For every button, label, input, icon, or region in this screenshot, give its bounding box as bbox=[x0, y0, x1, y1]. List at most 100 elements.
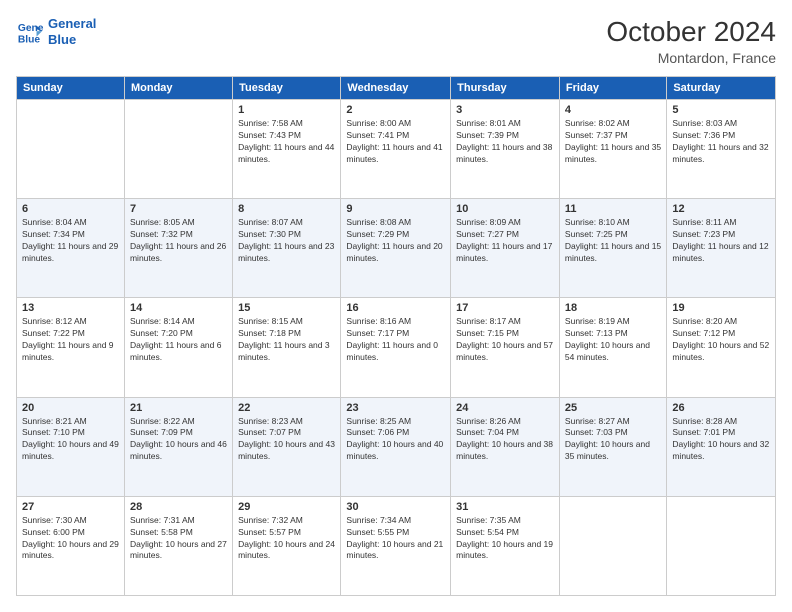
calendar-cell-2-2: 15 Sunrise: 8:15 AMSunset: 7:18 PMDaylig… bbox=[233, 298, 341, 397]
calendar-cell-2-3: 16 Sunrise: 8:16 AMSunset: 7:17 PMDaylig… bbox=[341, 298, 451, 397]
calendar-cell-4-0: 27 Sunrise: 7:30 AMSunset: 6:00 PMDaylig… bbox=[17, 496, 125, 595]
day-number: 2 bbox=[346, 104, 445, 116]
day-number: 25 bbox=[565, 402, 661, 414]
calendar-cell-3-0: 20 Sunrise: 8:21 AMSunset: 7:10 PMDaylig… bbox=[17, 397, 125, 496]
day-number: 4 bbox=[565, 104, 661, 116]
month-title: October 2024 bbox=[606, 16, 776, 48]
day-number: 15 bbox=[238, 302, 335, 314]
day-info: Sunrise: 8:28 AMSunset: 7:01 PMDaylight:… bbox=[672, 416, 770, 464]
week-row-3: 20 Sunrise: 8:21 AMSunset: 7:10 PMDaylig… bbox=[17, 397, 776, 496]
calendar-cell-1-5: 11 Sunrise: 8:10 AMSunset: 7:25 PMDaylig… bbox=[559, 199, 666, 298]
header-friday: Friday bbox=[559, 77, 666, 100]
day-info: Sunrise: 8:23 AMSunset: 7:07 PMDaylight:… bbox=[238, 416, 335, 464]
day-info: Sunrise: 7:34 AMSunset: 5:55 PMDaylight:… bbox=[346, 515, 445, 563]
day-number: 14 bbox=[130, 302, 227, 314]
week-row-1: 6 Sunrise: 8:04 AMSunset: 7:34 PMDayligh… bbox=[17, 199, 776, 298]
logo-icon: General Blue bbox=[16, 18, 44, 46]
calendar-cell-0-1 bbox=[124, 100, 232, 199]
day-number: 17 bbox=[456, 302, 554, 314]
day-number: 27 bbox=[22, 501, 119, 513]
weekday-header-row: Sunday Monday Tuesday Wednesday Thursday… bbox=[17, 77, 776, 100]
day-info: Sunrise: 7:58 AMSunset: 7:43 PMDaylight:… bbox=[238, 118, 335, 166]
day-info: Sunrise: 8:15 AMSunset: 7:18 PMDaylight:… bbox=[238, 316, 335, 364]
week-row-2: 13 Sunrise: 8:12 AMSunset: 7:22 PMDaylig… bbox=[17, 298, 776, 397]
day-info: Sunrise: 8:17 AMSunset: 7:15 PMDaylight:… bbox=[456, 316, 554, 364]
day-number: 22 bbox=[238, 402, 335, 414]
day-info: Sunrise: 8:02 AMSunset: 7:37 PMDaylight:… bbox=[565, 118, 661, 166]
day-info: Sunrise: 8:20 AMSunset: 7:12 PMDaylight:… bbox=[672, 316, 770, 364]
day-info: Sunrise: 8:14 AMSunset: 7:20 PMDaylight:… bbox=[130, 316, 227, 364]
calendar-cell-3-4: 24 Sunrise: 8:26 AMSunset: 7:04 PMDaylig… bbox=[451, 397, 560, 496]
calendar-cell-3-5: 25 Sunrise: 8:27 AMSunset: 7:03 PMDaylig… bbox=[559, 397, 666, 496]
day-number: 21 bbox=[130, 402, 227, 414]
calendar-cell-3-1: 21 Sunrise: 8:22 AMSunset: 7:09 PMDaylig… bbox=[124, 397, 232, 496]
logo-text: General Blue bbox=[48, 16, 96, 47]
day-number: 13 bbox=[22, 302, 119, 314]
calendar-cell-0-6: 5 Sunrise: 8:03 AMSunset: 7:36 PMDayligh… bbox=[667, 100, 776, 199]
day-number: 1 bbox=[238, 104, 335, 116]
calendar-cell-2-6: 19 Sunrise: 8:20 AMSunset: 7:12 PMDaylig… bbox=[667, 298, 776, 397]
day-number: 18 bbox=[565, 302, 661, 314]
header-monday: Monday bbox=[124, 77, 232, 100]
calendar-cell-2-4: 17 Sunrise: 8:17 AMSunset: 7:15 PMDaylig… bbox=[451, 298, 560, 397]
header-wednesday: Wednesday bbox=[341, 77, 451, 100]
calendar-cell-4-5 bbox=[559, 496, 666, 595]
logo: General Blue General Blue bbox=[16, 16, 96, 47]
day-info: Sunrise: 8:00 AMSunset: 7:41 PMDaylight:… bbox=[346, 118, 445, 166]
header-sunday: Sunday bbox=[17, 77, 125, 100]
calendar-cell-1-4: 10 Sunrise: 8:09 AMSunset: 7:27 PMDaylig… bbox=[451, 199, 560, 298]
calendar-cell-1-2: 8 Sunrise: 8:07 AMSunset: 7:30 PMDayligh… bbox=[233, 199, 341, 298]
day-info: Sunrise: 8:01 AMSunset: 7:39 PMDaylight:… bbox=[456, 118, 554, 166]
day-number: 19 bbox=[672, 302, 770, 314]
day-number: 5 bbox=[672, 104, 770, 116]
week-row-4: 27 Sunrise: 7:30 AMSunset: 6:00 PMDaylig… bbox=[17, 496, 776, 595]
calendar-cell-3-2: 22 Sunrise: 8:23 AMSunset: 7:07 PMDaylig… bbox=[233, 397, 341, 496]
day-number: 23 bbox=[346, 402, 445, 414]
calendar-cell-1-0: 6 Sunrise: 8:04 AMSunset: 7:34 PMDayligh… bbox=[17, 199, 125, 298]
day-info: Sunrise: 8:08 AMSunset: 7:29 PMDaylight:… bbox=[346, 217, 445, 265]
calendar-cell-3-6: 26 Sunrise: 8:28 AMSunset: 7:01 PMDaylig… bbox=[667, 397, 776, 496]
header-tuesday: Tuesday bbox=[233, 77, 341, 100]
header-thursday: Thursday bbox=[451, 77, 560, 100]
day-number: 29 bbox=[238, 501, 335, 513]
calendar-table: Sunday Monday Tuesday Wednesday Thursday… bbox=[16, 76, 776, 596]
day-info: Sunrise: 8:04 AMSunset: 7:34 PMDaylight:… bbox=[22, 217, 119, 265]
day-info: Sunrise: 8:21 AMSunset: 7:10 PMDaylight:… bbox=[22, 416, 119, 464]
day-info: Sunrise: 8:22 AMSunset: 7:09 PMDaylight:… bbox=[130, 416, 227, 464]
day-info: Sunrise: 8:03 AMSunset: 7:36 PMDaylight:… bbox=[672, 118, 770, 166]
day-info: Sunrise: 7:31 AMSunset: 5:58 PMDaylight:… bbox=[130, 515, 227, 563]
day-info: Sunrise: 8:12 AMSunset: 7:22 PMDaylight:… bbox=[22, 316, 119, 364]
day-info: Sunrise: 8:25 AMSunset: 7:06 PMDaylight:… bbox=[346, 416, 445, 464]
day-number: 9 bbox=[346, 203, 445, 215]
day-number: 24 bbox=[456, 402, 554, 414]
location-subtitle: Montardon, France bbox=[606, 50, 776, 66]
calendar-cell-0-2: 1 Sunrise: 7:58 AMSunset: 7:43 PMDayligh… bbox=[233, 100, 341, 199]
calendar-cell-4-6 bbox=[667, 496, 776, 595]
calendar-page: General Blue General Blue October 2024 M… bbox=[0, 0, 792, 612]
calendar-cell-1-3: 9 Sunrise: 8:08 AMSunset: 7:29 PMDayligh… bbox=[341, 199, 451, 298]
day-info: Sunrise: 8:11 AMSunset: 7:23 PMDaylight:… bbox=[672, 217, 770, 265]
day-number: 31 bbox=[456, 501, 554, 513]
calendar-cell-4-1: 28 Sunrise: 7:31 AMSunset: 5:58 PMDaylig… bbox=[124, 496, 232, 595]
calendar-cell-2-1: 14 Sunrise: 8:14 AMSunset: 7:20 PMDaylig… bbox=[124, 298, 232, 397]
day-number: 20 bbox=[22, 402, 119, 414]
day-number: 7 bbox=[130, 203, 227, 215]
day-number: 6 bbox=[22, 203, 119, 215]
calendar-cell-3-3: 23 Sunrise: 8:25 AMSunset: 7:06 PMDaylig… bbox=[341, 397, 451, 496]
day-info: Sunrise: 8:05 AMSunset: 7:32 PMDaylight:… bbox=[130, 217, 227, 265]
day-number: 12 bbox=[672, 203, 770, 215]
calendar-cell-1-1: 7 Sunrise: 8:05 AMSunset: 7:32 PMDayligh… bbox=[124, 199, 232, 298]
day-info: Sunrise: 8:27 AMSunset: 7:03 PMDaylight:… bbox=[565, 416, 661, 464]
day-number: 11 bbox=[565, 203, 661, 215]
day-info: Sunrise: 7:32 AMSunset: 5:57 PMDaylight:… bbox=[238, 515, 335, 563]
day-info: Sunrise: 8:07 AMSunset: 7:30 PMDaylight:… bbox=[238, 217, 335, 265]
calendar-cell-1-6: 12 Sunrise: 8:11 AMSunset: 7:23 PMDaylig… bbox=[667, 199, 776, 298]
day-info: Sunrise: 7:35 AMSunset: 5:54 PMDaylight:… bbox=[456, 515, 554, 563]
day-number: 8 bbox=[238, 203, 335, 215]
day-info: Sunrise: 8:09 AMSunset: 7:27 PMDaylight:… bbox=[456, 217, 554, 265]
header-saturday: Saturday bbox=[667, 77, 776, 100]
calendar-cell-0-4: 3 Sunrise: 8:01 AMSunset: 7:39 PMDayligh… bbox=[451, 100, 560, 199]
calendar-cell-4-2: 29 Sunrise: 7:32 AMSunset: 5:57 PMDaylig… bbox=[233, 496, 341, 595]
day-info: Sunrise: 8:16 AMSunset: 7:17 PMDaylight:… bbox=[346, 316, 445, 364]
day-number: 30 bbox=[346, 501, 445, 513]
